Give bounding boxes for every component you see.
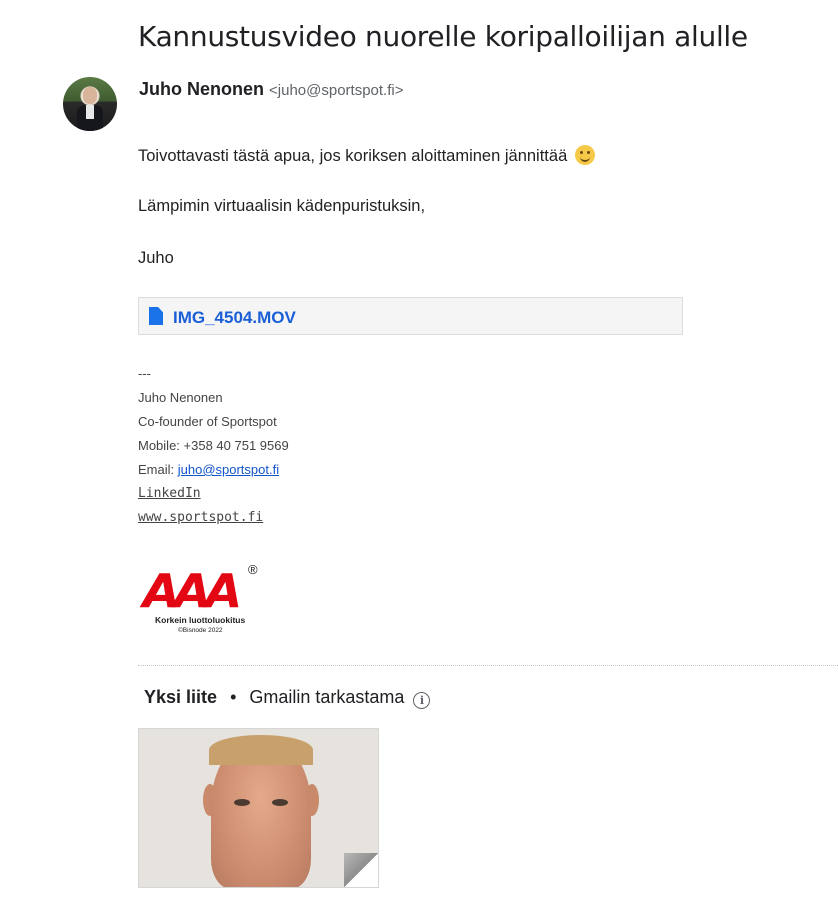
logo-registered-mark: ® — [248, 562, 258, 577]
logo-source: ©Bisnode 2022 — [178, 627, 223, 634]
attachments-scan-label: Gmailin tarkastama — [249, 687, 405, 707]
signature-linkedin-link[interactable]: LinkedIn — [138, 486, 201, 501]
smiling-face-emoji-icon — [574, 145, 595, 165]
info-icon[interactable]: i — [413, 692, 431, 709]
logo-tagline: Korkein luottoluokitus — [155, 615, 246, 625]
avatar-shirt — [86, 105, 94, 119]
sender-avatar[interactable] — [63, 77, 117, 131]
signature-email-line: Email: juho@sportspot.fi — [138, 462, 279, 477]
signature-name: Juho Nenonen — [138, 390, 223, 405]
page-curl-icon — [344, 853, 378, 887]
body-line-3: Juho — [138, 249, 174, 267]
inline-attachment-chip[interactable]: IMG_4504.MOV — [138, 297, 683, 335]
attachment-thumbnail[interactable] — [138, 728, 379, 888]
signature-email-link[interactable]: juho@sportspot.fi — [178, 462, 279, 477]
thumb-eye-right — [272, 799, 288, 806]
aaa-credit-rating-logo: AAA ® Korkein luottoluokitus ©Bisnode 20… — [142, 562, 265, 638]
signature-title: Co-founder of Sportspot — [138, 414, 277, 429]
thumb-hair — [209, 735, 313, 765]
signature-website-link[interactable]: www.sportspot.fi — [138, 510, 263, 525]
attachments-header: Yksi liite • Gmailin tarkastama i — [144, 687, 431, 709]
sender-line: Juho Nenonen <juho@sportspot.fi> — [139, 79, 404, 100]
signature-email-label: Email: — [138, 462, 178, 477]
attachments-divider — [138, 665, 838, 666]
body-line-2: Lämpimin virtuaalisin kädenpuristuksin, — [138, 197, 426, 215]
file-icon — [149, 307, 163, 325]
attachment-filename[interactable]: IMG_4504.MOV — [173, 308, 296, 328]
signature-mobile: Mobile: +358 40 751 9569 — [138, 438, 289, 453]
sender-email: <juho@sportspot.fi> — [269, 82, 404, 99]
thumb-eye-left — [234, 799, 250, 806]
email-subject: Kannustusvideo nuorelle koripalloilijan … — [138, 20, 748, 53]
body-text-1: Toivottavasti tästä apua, jos koriksen a… — [138, 147, 568, 165]
sender-name[interactable]: Juho Nenonen — [139, 79, 264, 99]
avatar-head — [83, 87, 97, 104]
attachments-count: Yksi liite — [144, 687, 218, 707]
logo-aaa-text: AAA — [142, 564, 243, 618]
attachments-separator: • — [230, 687, 237, 707]
signature-separator: --- — [138, 366, 151, 381]
body-line-1: Toivottavasti tästä apua, jos koriksen a… — [138, 145, 595, 166]
